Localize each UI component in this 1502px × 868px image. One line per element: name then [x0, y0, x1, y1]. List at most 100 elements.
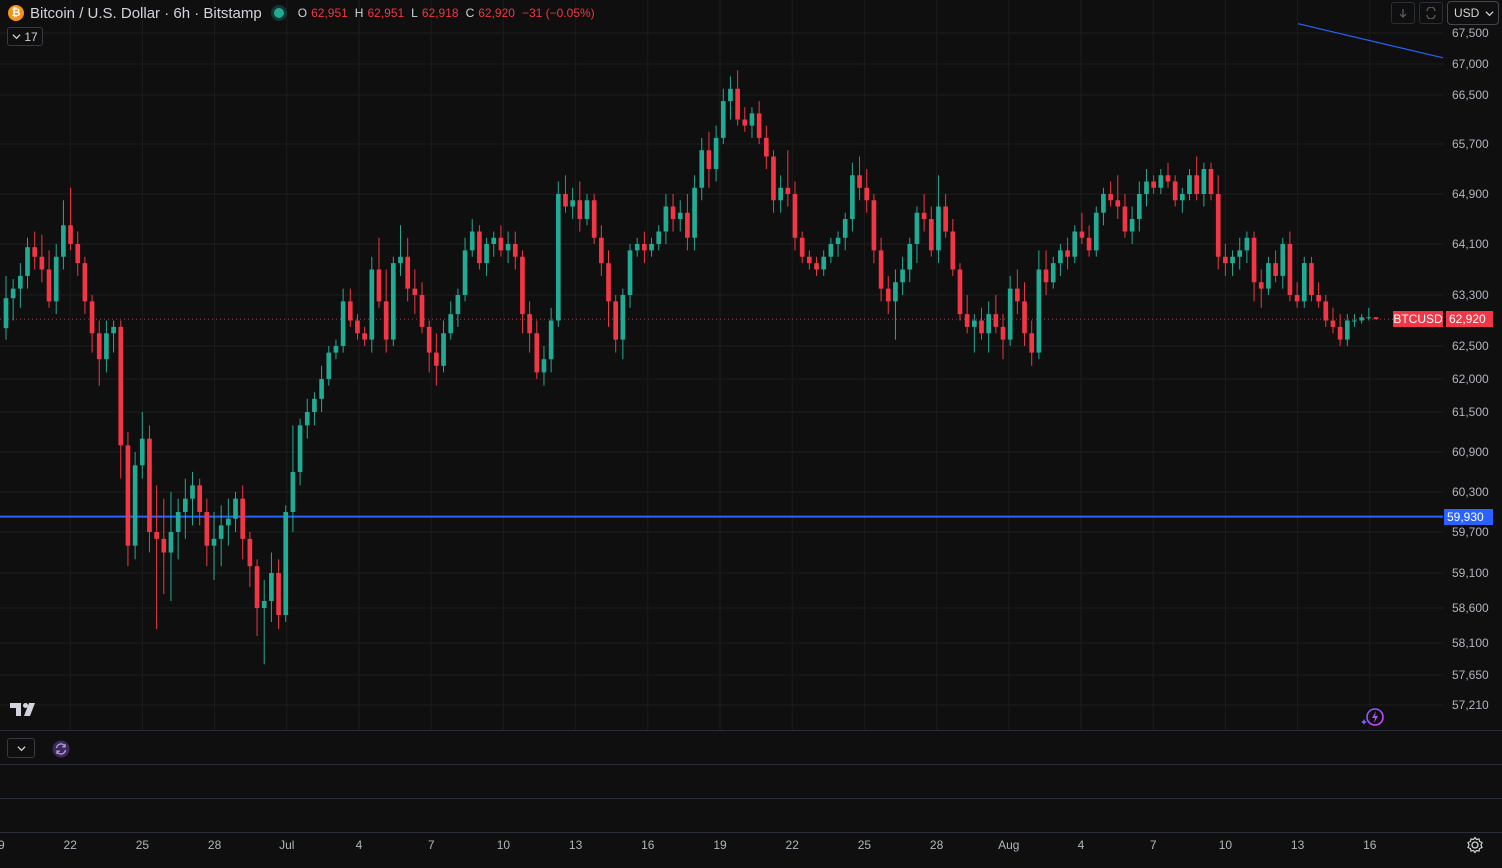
- tradingview-logo-icon[interactable]: [10, 700, 42, 718]
- time-axis-label: 22: [64, 838, 78, 852]
- open-value: 62,951: [311, 6, 348, 20]
- candle: [1359, 314, 1364, 324]
- trend-line-drawing[interactable]: [1297, 23, 1444, 59]
- time-axis[interactable]: 19 22 25 28 Jul 4 7 10 13 16 19 22 25 28 Aug 4 7 10 13 16: [0, 838, 1377, 852]
- sync-icon[interactable]: [52, 740, 70, 758]
- candle: [878, 237, 884, 302]
- candle-body: [577, 200, 583, 219]
- price-axis-label: 67,500: [1452, 26, 1489, 40]
- pane-separator[interactable]: [0, 730, 1502, 731]
- price-axis-label: 59,700: [1452, 525, 1489, 539]
- candle-body: [32, 247, 38, 257]
- time-axis-label: 7: [428, 838, 435, 852]
- candle-body: [111, 326, 116, 334]
- candle-body: [1373, 317, 1379, 320]
- candle: [1072, 225, 1078, 264]
- candle-body: [1273, 263, 1278, 276]
- candle-body: [649, 244, 654, 251]
- candle: [434, 333, 439, 386]
- candle: [477, 225, 482, 270]
- candle: [771, 150, 776, 213]
- candle: [986, 301, 992, 353]
- candle: [1065, 237, 1070, 270]
- candle: [505, 231, 511, 264]
- candle-body: [233, 498, 238, 519]
- candle: [1022, 282, 1027, 346]
- candle: [1158, 169, 1164, 194]
- price-axis-label: 66,500: [1452, 88, 1489, 102]
- market-status-icon[interactable]: [273, 8, 284, 18]
- candle: [1280, 237, 1286, 289]
- reset-chart-button[interactable]: [1419, 2, 1443, 24]
- candle-body: [921, 212, 927, 219]
- candle: [706, 131, 712, 188]
- time-axis-separator: [0, 832, 1502, 833]
- candle: [297, 418, 303, 486]
- candle: [1036, 250, 1042, 360]
- horizontal-line-price-tag[interactable]: 59,930: [1444, 508, 1493, 525]
- time-axis-label: 22: [786, 838, 800, 852]
- collapse-pane-button[interactable]: [7, 738, 35, 758]
- candle-body: [61, 225, 66, 257]
- candle-body: [1280, 244, 1286, 276]
- candle: [1079, 212, 1085, 244]
- candle-body: [18, 275, 23, 289]
- last-price-value: 62,920: [1449, 312, 1486, 327]
- candle-body: [1359, 317, 1364, 321]
- candle-body: [46, 269, 52, 302]
- price-axis-label: 63,300: [1452, 288, 1489, 302]
- candle-body: [1086, 237, 1092, 251]
- price-axis[interactable]: 67,500 67,000 66,500 65,700 64,900 64,100 63,3…: [1452, 26, 1489, 712]
- candle-body: [1330, 320, 1336, 327]
- candle-body: [950, 231, 956, 270]
- candle-body: [312, 398, 317, 412]
- candle-body: [269, 573, 274, 601]
- candle: [1201, 162, 1207, 207]
- time-axis-label: 25: [858, 838, 872, 852]
- candle-body: [878, 250, 884, 289]
- candle-body: [699, 150, 705, 188]
- candle: [1352, 314, 1357, 327]
- candle: [1015, 269, 1020, 315]
- candle: [175, 498, 181, 560]
- settings-gear-icon[interactable]: [1466, 836, 1484, 854]
- candle-body: [383, 301, 389, 340]
- candle: [584, 194, 590, 226]
- candle: [46, 250, 52, 308]
- candle-body: [677, 212, 683, 219]
- price-axis-label: 57,210: [1452, 698, 1489, 712]
- candle-body: [1165, 175, 1171, 182]
- candle: [1294, 282, 1300, 308]
- candle-body: [1194, 175, 1200, 194]
- candle-body: [75, 244, 81, 264]
- candle: [864, 169, 870, 213]
- candle: [591, 194, 597, 244]
- candle-body: [563, 194, 568, 207]
- candle: [563, 175, 568, 213]
- scroll-down-button[interactable]: [1391, 2, 1415, 24]
- pane-separator[interactable]: [0, 764, 1502, 765]
- candle: [928, 206, 934, 257]
- chevron-down-icon: [1485, 10, 1494, 16]
- ai-assistant-icon[interactable]: [1360, 705, 1388, 729]
- time-axis-label: 19: [0, 838, 5, 852]
- candle-body: [914, 212, 920, 244]
- candle: [1136, 181, 1142, 232]
- candle: [642, 231, 647, 264]
- candle-body: [218, 525, 224, 539]
- pane-separator[interactable]: [0, 798, 1502, 799]
- candle: [807, 250, 812, 270]
- candle: [613, 295, 619, 353]
- candle: [10, 279, 16, 321]
- candle-body: [355, 320, 360, 334]
- candle: [1165, 162, 1171, 188]
- candle-body: [1251, 237, 1257, 283]
- symbol-title[interactable]: Bitcoin / U.S. Dollar · 6h · Bitstamp: [30, 5, 262, 22]
- candle-body: [1065, 250, 1070, 257]
- currency-select[interactable]: USD: [1447, 1, 1499, 25]
- candle-body: [226, 518, 231, 526]
- candle-body: [527, 314, 532, 334]
- chart-canvas[interactable]: 67,500 67,000 66,500 65,700 64,900 64,100 63,3…: [0, 0, 1502, 868]
- candle-body: [692, 187, 697, 238]
- indicators-toggle-button[interactable]: 17: [7, 27, 43, 46]
